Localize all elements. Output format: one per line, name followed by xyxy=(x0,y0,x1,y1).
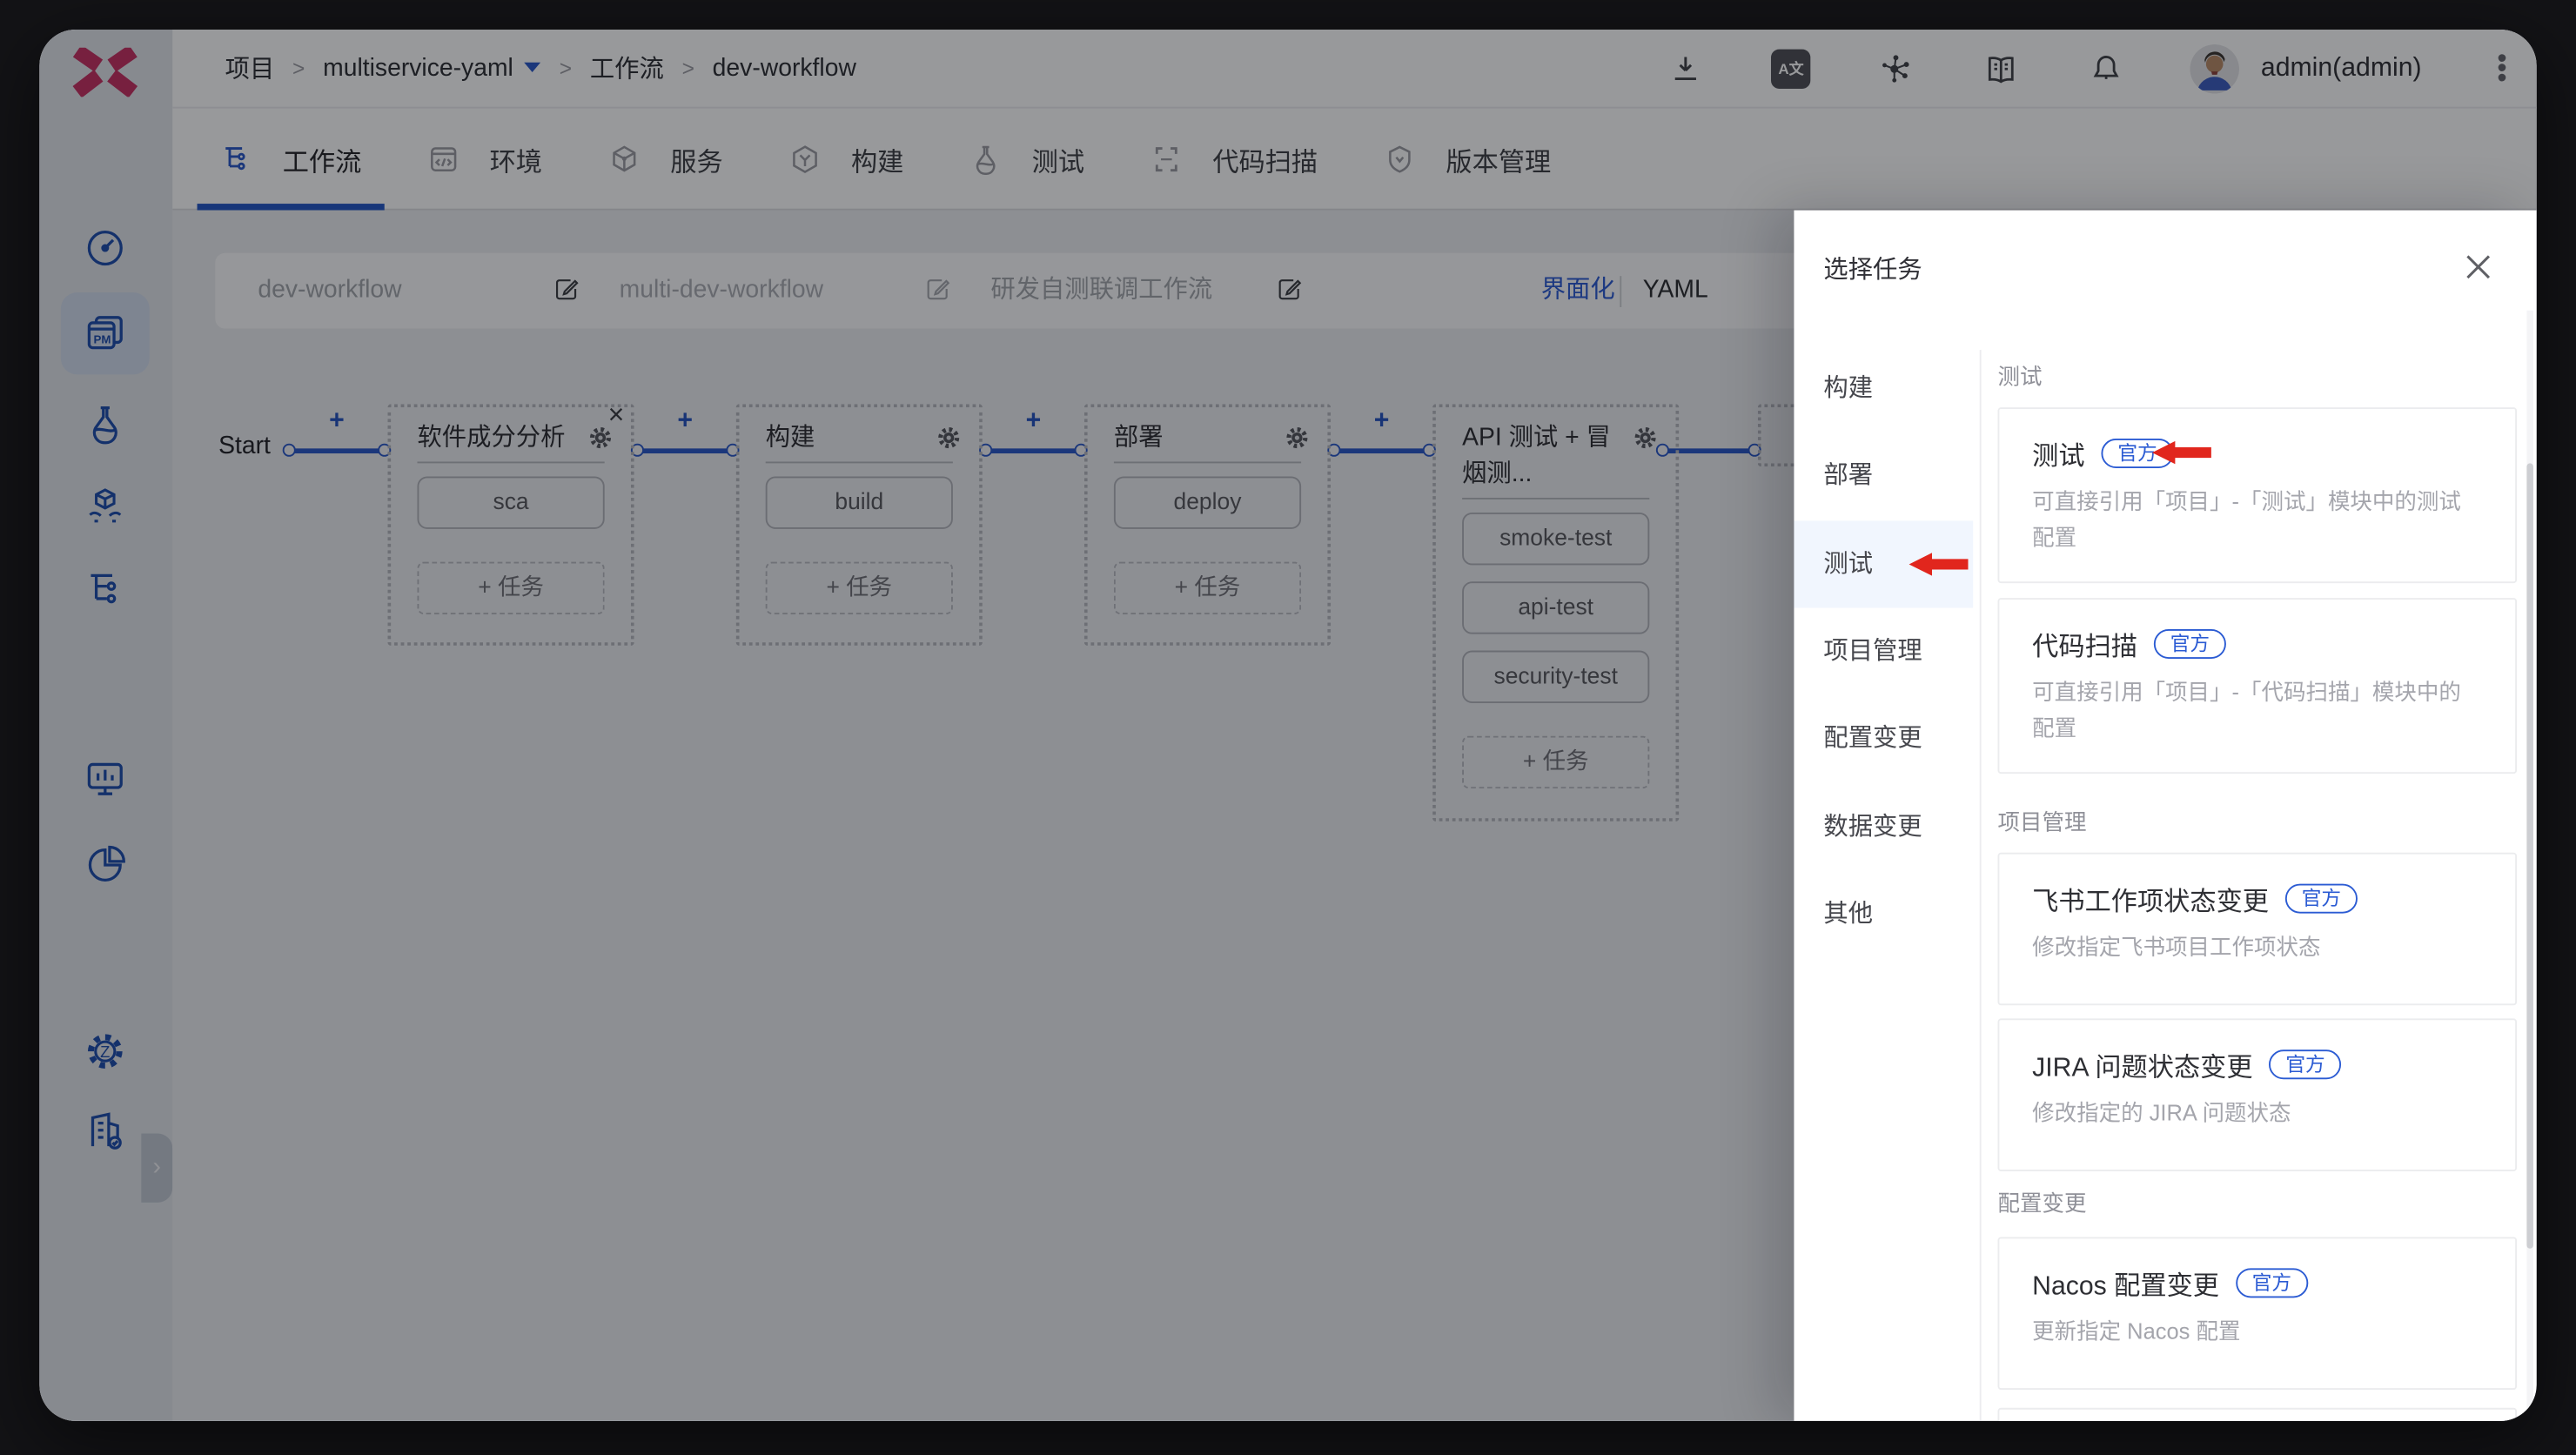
task-card-title: JIRA 问题状态变更 xyxy=(2032,1054,2253,1083)
task-card-nacos-config[interactable]: Nacos 配置变更 官方 更新指定 Nacos 配置 xyxy=(1997,1237,2518,1391)
task-card-title: 飞书工作项状态变更 xyxy=(2032,888,2270,917)
task-card-description: 修改指定飞书项目工作项状态 xyxy=(2032,935,2321,960)
official-badge: 官方 xyxy=(2235,1268,2308,1298)
modal-title: 选择任务 xyxy=(1823,256,1922,285)
task-card-title: 测试 xyxy=(2032,443,2085,472)
category-data-change[interactable]: 数据变更 xyxy=(1794,783,1973,870)
close-icon[interactable] xyxy=(2465,253,2492,281)
app-window: PM Z › 项目 > multiservice-yaml > 工作流 > de… xyxy=(39,29,2537,1421)
category-build[interactable]: 构建 xyxy=(1794,345,1973,432)
section-label-config-change: 配置变更 xyxy=(1997,1190,2087,1216)
category-deploy[interactable]: 部署 xyxy=(1794,432,1973,519)
task-card-title: 代码扫描 xyxy=(2032,634,2138,662)
task-card-description: 可直接引用「项目」-「测试」模块中的测试配置 xyxy=(2032,489,2461,551)
section-label-project-management: 项目管理 xyxy=(1997,809,2087,835)
task-card-description: 可直接引用「项目」-「代码扫描」模块中的配置 xyxy=(2032,680,2461,741)
task-card-partial[interactable] xyxy=(1997,1407,2518,1421)
task-card-jira-status[interactable]: JIRA 问题状态变更 官方 修改指定的 JIRA 问题状态 xyxy=(1997,1018,2518,1171)
section-label-test: 测试 xyxy=(1997,365,2043,390)
task-card-description: 修改指定的 JIRA 问题状态 xyxy=(2032,1100,2291,1126)
task-card-title: Nacos 配置变更 xyxy=(2032,1273,2220,1302)
official-badge: 官方 xyxy=(2269,1049,2342,1080)
annotation-arrow-card-test xyxy=(2151,440,2211,465)
select-task-drawer: 选择任务 构建 部署 测试 项目管理 配置变更 数据变更 其他 测试 测试 官方… xyxy=(1794,210,2537,1421)
task-card-description: 更新指定 Nacos 配置 xyxy=(2032,1318,2241,1344)
task-card-test[interactable]: 测试 官方 可直接引用「项目」-「测试」模块中的测试配置 xyxy=(1997,407,2518,584)
category-divider xyxy=(1979,350,1982,1421)
category-project-management[interactable]: 项目管理 xyxy=(1794,607,1973,694)
modal-scrollbar-thumb[interactable] xyxy=(2526,463,2533,1249)
task-card-code-scan[interactable]: 代码扫描 官方 可直接引用「项目」-「代码扫描」模块中的配置 xyxy=(1997,598,2518,774)
category-other[interactable]: 其他 xyxy=(1794,871,1973,958)
task-card-feishu-status[interactable]: 飞书工作项状态变更 官方 修改指定飞书项目工作项状态 xyxy=(1997,852,2518,1006)
category-config-change[interactable]: 配置变更 xyxy=(1794,695,1973,782)
annotation-arrow-category-test xyxy=(1909,552,1969,576)
screenshot-root: PM Z › 项目 > multiservice-yaml > 工作流 > de… xyxy=(0,0,2576,1455)
official-badge: 官方 xyxy=(2284,883,2358,914)
official-badge: 官方 xyxy=(2153,629,2226,659)
